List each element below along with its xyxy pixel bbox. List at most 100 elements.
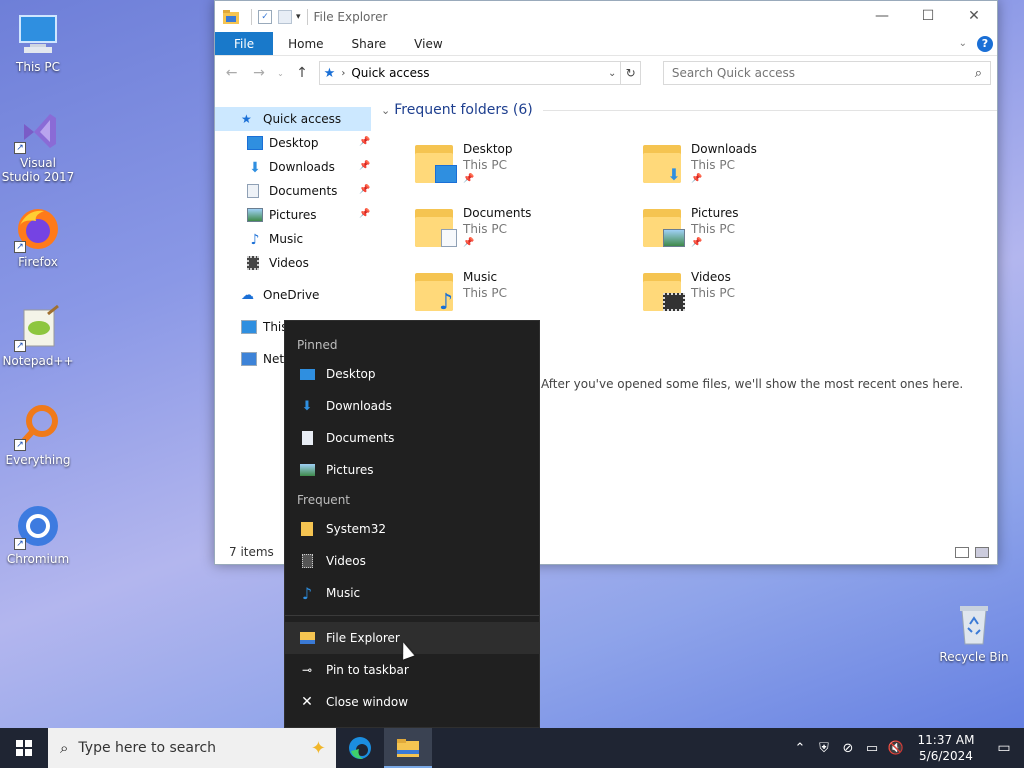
frequent-folders-grid: Desktop This PC 📌 ⬇ Downloads This PC 📌 Docu… — [381, 119, 997, 319]
jump-list-item-system32[interactable]: System32 — [285, 513, 539, 545]
close-button[interactable]: ✕ — [951, 1, 997, 32]
folder-icon — [299, 521, 315, 537]
desktop-icon-everything[interactable]: ↗ Everything — [0, 403, 76, 467]
volume-muted-icon[interactable]: 🔇 — [884, 741, 908, 756]
new-folder-icon[interactable] — [278, 9, 292, 24]
desktop-icon-label: Recycle Bin — [939, 650, 1009, 664]
desktop-icon-firefox[interactable]: ↗ Firefox — [0, 205, 76, 269]
frequent-folders-header[interactable]: ⌄ Frequent folders (6) — [381, 101, 997, 119]
shortcut-arrow-icon: ↗ — [14, 538, 26, 550]
folder-tile-pictures[interactable]: Pictures This PC 📌 — [641, 205, 861, 265]
customize-toolbar-icon[interactable]: ▾ — [296, 12, 301, 22]
large-icons-view-icon[interactable] — [975, 546, 989, 558]
address-bar[interactable]: ★ › Quick access ⌄ — [318, 61, 622, 85]
tab-home[interactable]: Home — [273, 32, 337, 55]
folder-location: This PC — [463, 222, 507, 236]
desktop-icon-visual-studio[interactable]: ↗ Visual Studio 2017 — [0, 106, 76, 184]
jump-list-item-downloads[interactable]: ⬇ Downloads — [285, 390, 539, 422]
folder-tile-downloads[interactable]: ⬇ Downloads This PC 📌 — [641, 141, 861, 201]
network-disconnected-icon[interactable]: ⊘ — [836, 741, 860, 756]
sidebar-item-onedrive[interactable]: ☁ OneDrive — [215, 283, 371, 307]
recent-files-message: After you've opened some files, we'll sh… — [541, 377, 964, 391]
jump-list-action-close-window[interactable]: ✕ Close window — [285, 686, 539, 718]
back-arrow-icon[interactable]: ← — [221, 65, 242, 81]
pin-icon: ⊸ — [301, 663, 313, 677]
notepadpp-icon: ↗ — [14, 304, 62, 352]
sidebar-item-documents[interactable]: Documents 📌 — [215, 179, 371, 203]
folder-pictures-icon — [641, 205, 685, 249]
breadcrumb-chevron-icon[interactable]: › — [341, 68, 345, 79]
expand-ribbon-icon[interactable]: ⌄ — [959, 38, 967, 49]
start-button[interactable] — [0, 728, 48, 768]
tab-file[interactable]: File — [215, 32, 274, 55]
jump-list-pinned-header: Pinned — [297, 338, 338, 352]
jump-list-item-videos[interactable]: Videos — [285, 545, 539, 577]
file-explorer-icon — [299, 630, 315, 646]
desktop-icon-label: Firefox — [18, 255, 58, 269]
show-hidden-icons-chevron-icon[interactable]: ⌃ — [788, 741, 812, 756]
sidebar-item-videos[interactable]: Videos — [215, 251, 371, 275]
folder-name: Pictures — [691, 206, 739, 220]
pin-icon: 📌 — [359, 161, 371, 171]
folder-tile-documents[interactable]: Documents This PC 📌 — [413, 205, 633, 265]
forward-arrow-icon[interactable]: → — [248, 65, 269, 81]
details-view-icon[interactable] — [955, 546, 969, 558]
computer-icon — [14, 10, 62, 58]
jump-list-item-pictures[interactable]: Pictures — [285, 454, 539, 486]
recent-locations-icon[interactable]: ⌄ — [276, 69, 286, 78]
jump-list-label: Desktop — [326, 367, 376, 381]
sidebar-item-quick-access[interactable]: ★ Quick access — [215, 107, 371, 131]
tab-share[interactable]: Share — [338, 32, 401, 55]
sidebar-item-pictures[interactable]: Pictures 📌 — [215, 203, 371, 227]
network-icon[interactable]: ▭ — [860, 741, 884, 756]
breadcrumb-quick-access[interactable]: Quick access — [351, 66, 429, 80]
jump-list-item-desktop[interactable]: Desktop — [285, 358, 539, 390]
desktop-icon — [299, 366, 315, 382]
sidebar-item-music[interactable]: ♪ Music — [215, 227, 371, 251]
jump-list-label: Documents — [326, 431, 395, 445]
search-box[interactable]: ⌕ — [662, 61, 992, 85]
security-shield-icon[interactable]: ⛨ — [812, 741, 836, 756]
taskbar-file-explorer[interactable] — [384, 728, 432, 768]
jump-list-item-documents[interactable]: Documents — [285, 422, 539, 454]
address-dropdown-icon[interactable]: ⌄ — [608, 68, 616, 79]
close-icon: ✕ — [301, 694, 313, 710]
tab-view[interactable]: View — [400, 32, 456, 55]
search-icon: ⌕ — [60, 739, 69, 757]
search-icon[interactable]: ⌕ — [975, 66, 982, 81]
file-explorer-icon — [397, 739, 419, 757]
search-input[interactable] — [671, 66, 975, 80]
desktop-icon-notepadpp[interactable]: ↗ Notepad++ — [0, 304, 76, 368]
minimize-button[interactable]: — — [859, 1, 905, 32]
computer-icon — [241, 320, 257, 334]
sidebar-item-label: Documents — [269, 184, 338, 198]
maximize-button[interactable]: ☐ — [905, 1, 951, 32]
title-bar[interactable]: ✓ ▾ File Explorer — ☐ ✕ — [215, 1, 997, 32]
taskbar-search-box[interactable]: ⌕ Type here to search ✦ — [48, 728, 336, 768]
desktop-icon-label: This PC — [16, 60, 60, 74]
folder-tile-videos[interactable]: Videos This PC — [641, 269, 861, 329]
pin-icon: 📌 — [691, 238, 703, 248]
desktop-icon-chromium[interactable]: ↗ Chromium — [0, 502, 76, 566]
help-icon[interactable]: ? — [977, 35, 993, 52]
sidebar-item-downloads[interactable]: ⬇ Downloads 📌 — [215, 155, 371, 179]
desktop-icon-this-pc[interactable]: This PC — [0, 10, 76, 74]
clock[interactable]: 11:37 AM 5/6/2024 — [908, 732, 984, 764]
shortcut-arrow-icon: ↗ — [14, 439, 26, 451]
sidebar-item-label: Videos — [269, 256, 309, 270]
notifications-icon[interactable]: ▭ — [984, 740, 1024, 756]
sparkle-icon[interactable]: ✦ — [311, 738, 336, 759]
jump-list-label: File Explorer — [326, 631, 400, 645]
folder-tile-desktop[interactable]: Desktop This PC 📌 — [413, 141, 633, 201]
taskbar-edge[interactable] — [336, 728, 384, 768]
properties-icon[interactable]: ✓ — [258, 9, 272, 24]
jump-list-item-music[interactable]: ♪ Music — [285, 577, 539, 609]
desktop-icon-label: Visual Studio 2017 — [1, 156, 75, 184]
folder-location: This PC — [463, 286, 507, 300]
desktop-icon-recycle-bin[interactable]: Recycle Bin — [936, 600, 1012, 664]
jump-list-action-pin-to-taskbar[interactable]: ⊸ Pin to taskbar — [285, 654, 539, 686]
document-icon — [247, 184, 259, 198]
refresh-icon[interactable]: ↻ — [621, 61, 641, 85]
up-arrow-icon[interactable]: ↑ — [291, 65, 312, 81]
sidebar-item-desktop[interactable]: Desktop 📌 — [215, 131, 371, 155]
